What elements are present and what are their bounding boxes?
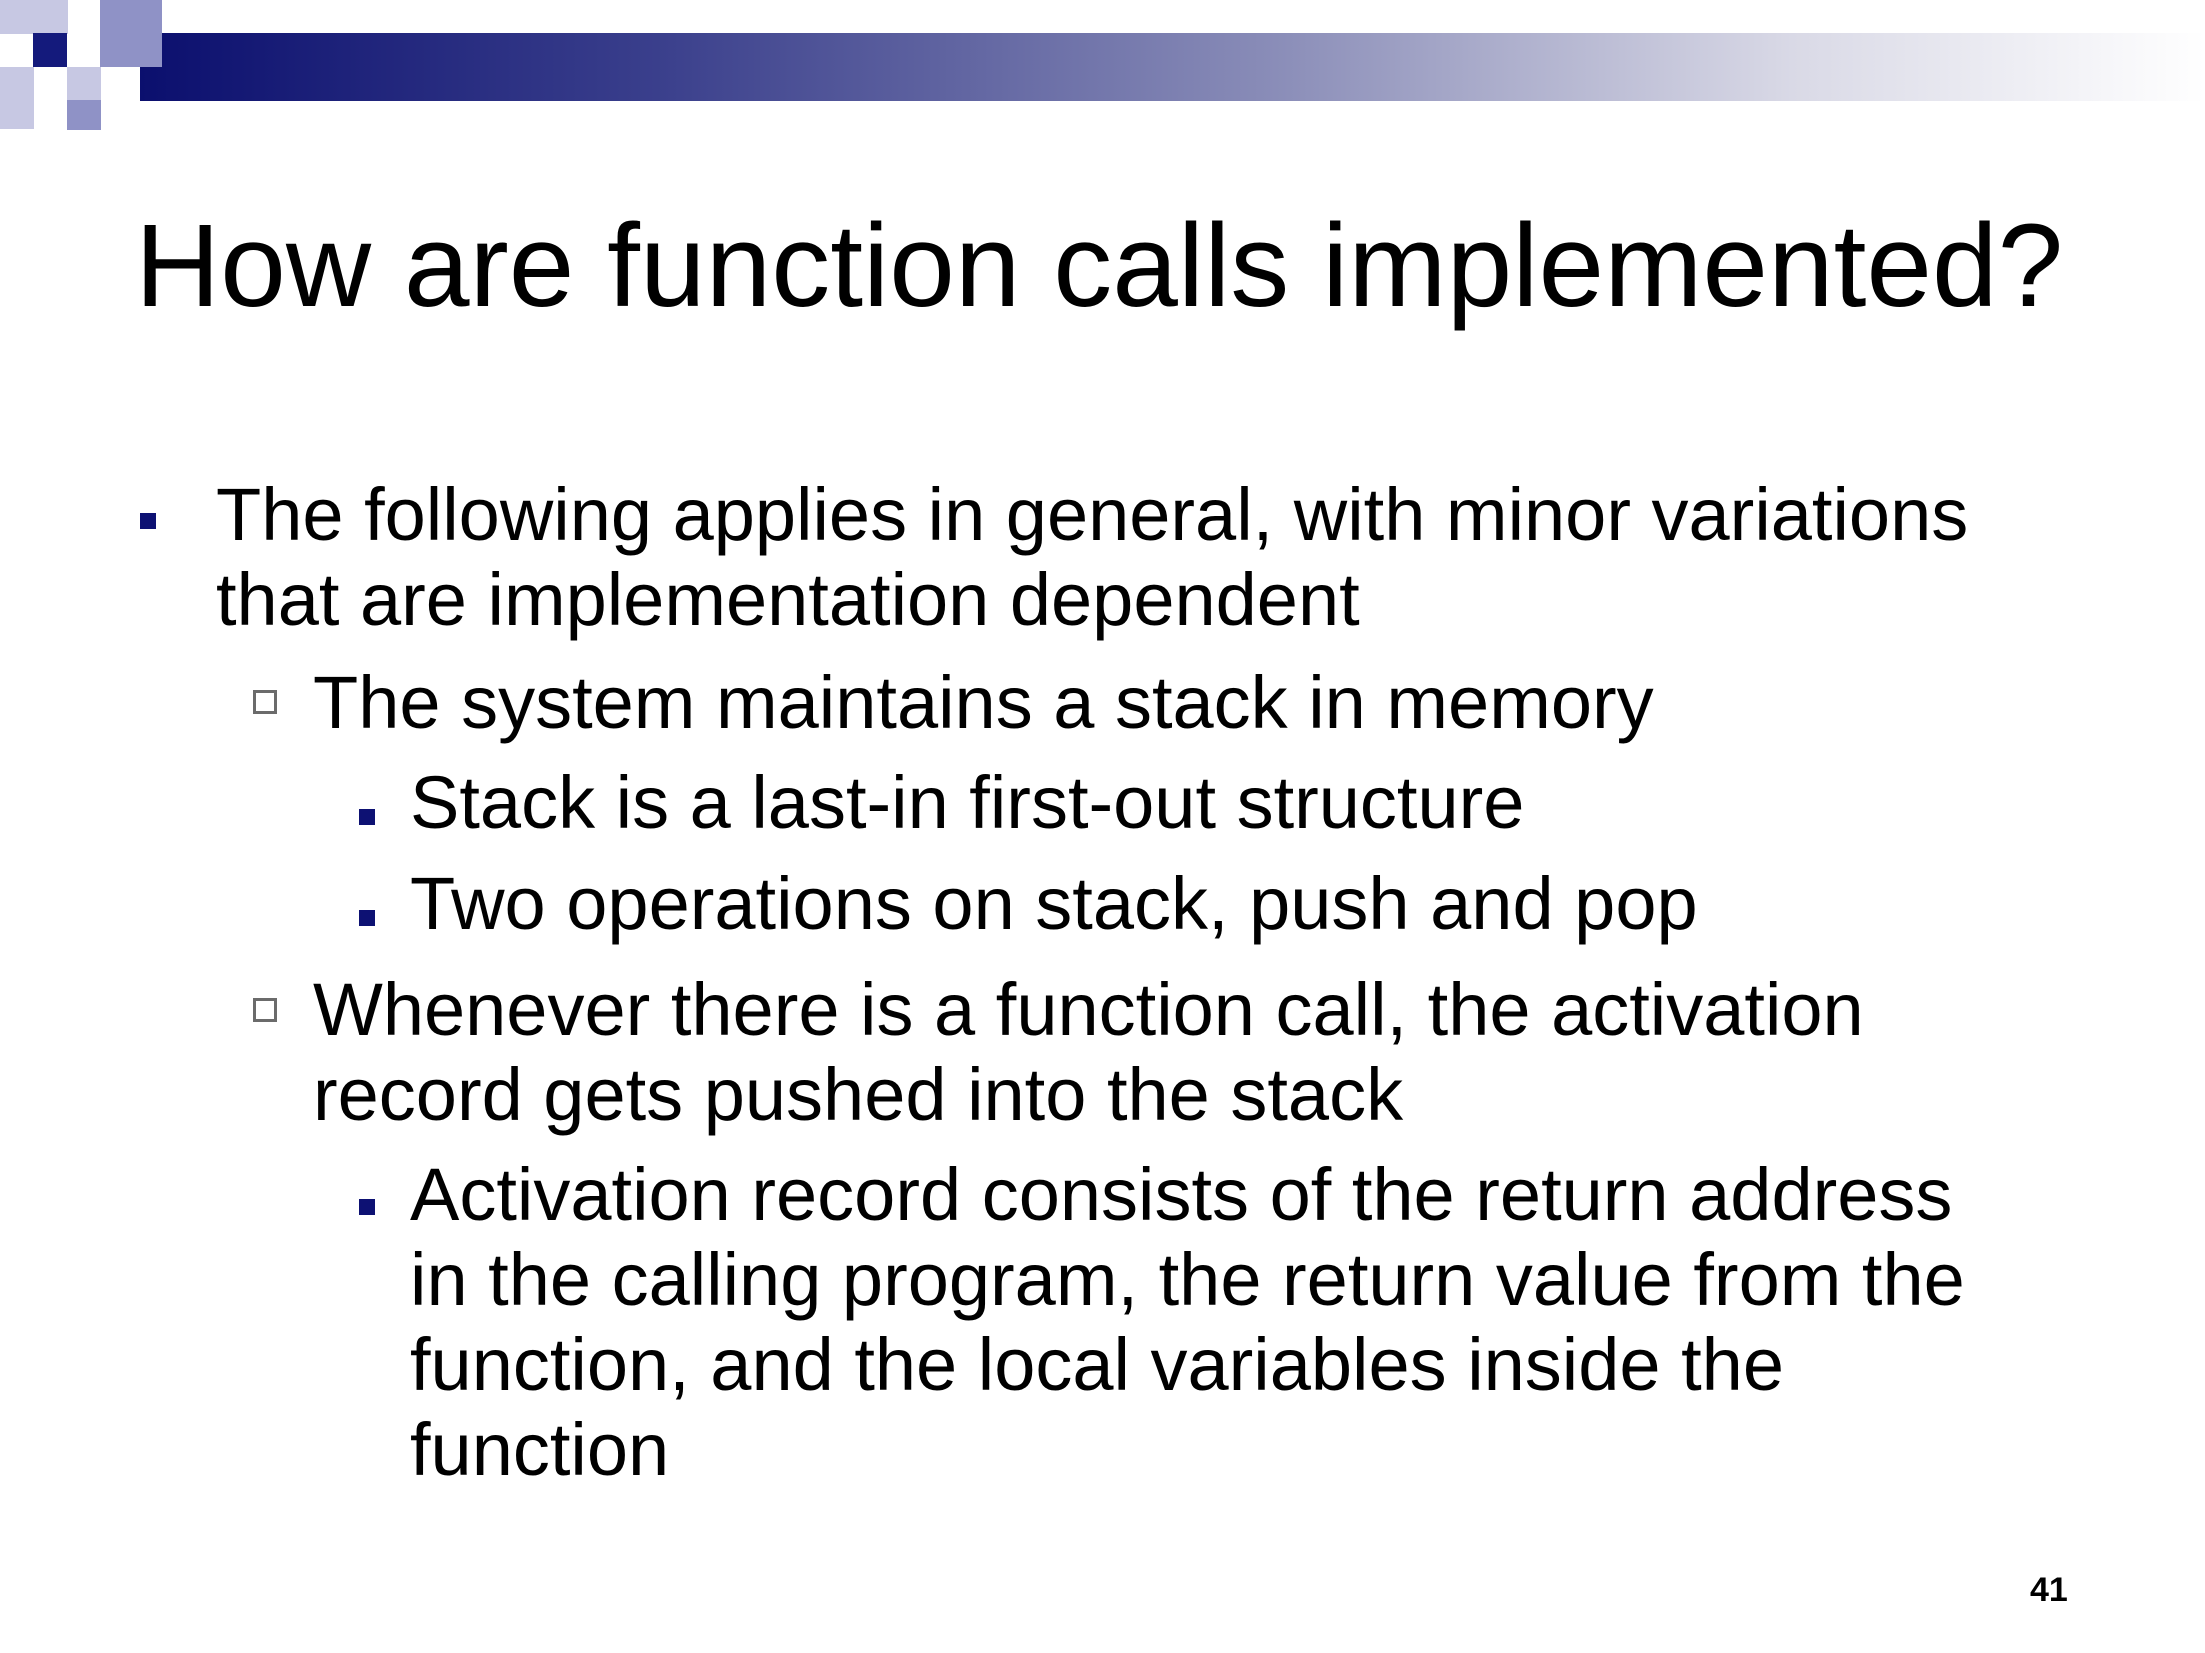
bullet-item: Whenever there is a function call, the a…	[313, 967, 1864, 1137]
bullet-item: Activation record consists of the return…	[410, 1152, 1965, 1492]
hollow-square-bullet-icon	[253, 998, 277, 1022]
bullet-line: Whenever there is a function call, the a…	[313, 968, 1864, 1051]
hollow-square-bullet-icon	[253, 690, 277, 714]
bullet-line: function	[410, 1408, 670, 1491]
page-number: 41	[2030, 1571, 2068, 1609]
bullet-item: Two operations on stack, push and pop	[410, 861, 1698, 946]
bullet-line: Activation record consists of the return…	[410, 1153, 1953, 1236]
bullet-square-icon	[359, 809, 375, 825]
bullet-square-icon	[359, 1199, 375, 1215]
bullet-line: Two operations on stack, push and pop	[410, 862, 1698, 945]
bullet-line: The following applies in general, with m…	[216, 473, 1969, 556]
bullet-list: The following applies in general, with m…	[0, 0, 2205, 1653]
bullet-item: Stack is a last-in first-out structure	[410, 760, 1524, 845]
bullet-item: The following applies in general, with m…	[216, 472, 1968, 642]
bullet-line: in the calling program, the return value…	[410, 1238, 1965, 1321]
bullet-line: function, and the local variables inside…	[410, 1323, 1784, 1406]
slide: How are function calls implemented? The …	[0, 0, 2205, 1653]
bullet-item: The system maintains a stack in memory	[313, 660, 1654, 745]
bullet-line: The system maintains a stack in memory	[313, 661, 1654, 744]
bullet-line: record gets pushed into the stack	[313, 1053, 1404, 1136]
bullet-square-icon	[359, 910, 375, 926]
bullet-line: that are implementation dependent	[216, 558, 1360, 641]
bullet-square-icon	[140, 513, 156, 529]
bullet-line: Stack is a last-in first-out structure	[410, 761, 1525, 844]
